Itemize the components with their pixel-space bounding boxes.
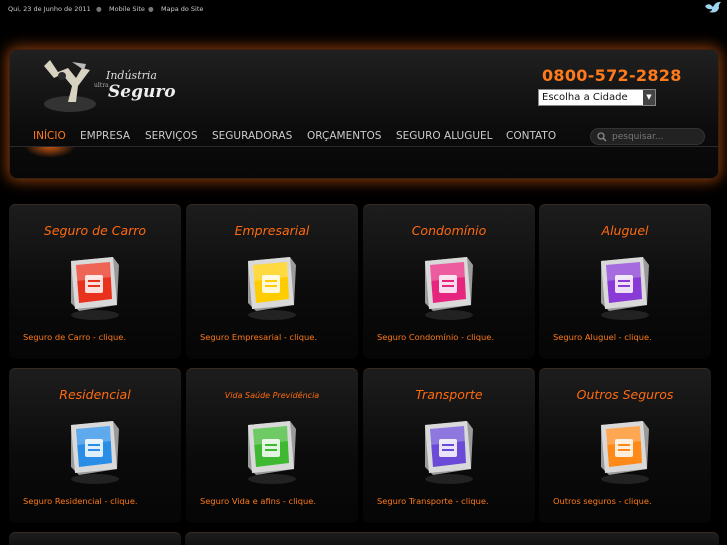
- family-icon[interactable]: [238, 415, 306, 485]
- site-logo[interactable]: Indústria ultra Seguro: [32, 56, 176, 116]
- search-placeholder: pesquisar...: [612, 132, 664, 142]
- tile-title[interactable]: Transporte: [363, 387, 535, 402]
- nav-item-empresa[interactable]: EMPRESA: [80, 130, 130, 142]
- site-header: Indústria ultra Seguro 0800-572-2828 Esc…: [9, 49, 719, 179]
- tile-family[interactable]: Vida Saúde Previdência Seguro Vida e afin…: [186, 368, 358, 523]
- nav-item-seguro-aluguel[interactable]: SEGURO ALUGUEL: [396, 130, 493, 142]
- phone-number: 0800-572-2828: [542, 66, 682, 85]
- tile-house[interactable]: Residencial Seguro Residencial - clique.: [9, 368, 181, 523]
- active-nav-glow: [24, 146, 76, 158]
- document-icon[interactable]: [591, 251, 659, 321]
- city-select[interactable]: Escolha a Cidade ▼: [538, 89, 656, 106]
- logo-text-small: ultra: [94, 82, 109, 89]
- truck-icon[interactable]: [415, 415, 483, 485]
- tile-link[interactable]: Seguro Residencial - clique.: [23, 496, 138, 506]
- chart-icon[interactable]: [238, 251, 306, 321]
- handshake-icon[interactable]: [591, 415, 659, 485]
- site-map-link[interactable]: Mapa do Site: [161, 5, 203, 13]
- tile-car-crash[interactable]: Seguro de Carro Seguro de Carro - clique.: [9, 204, 181, 359]
- page: Qui, 23 de Junho de 2011 ● Mobile Site ●…: [0, 0, 727, 545]
- tile-link[interactable]: Outros seguros - clique.: [553, 496, 652, 506]
- tile-title[interactable]: Empresarial: [186, 223, 358, 238]
- car-crash-icon[interactable]: [61, 251, 129, 321]
- logo-text-seguro: Seguro: [108, 82, 176, 102]
- nav-item-orcamentos[interactable]: ORÇAMENTOS: [307, 130, 381, 142]
- current-date: Qui, 23 de Junho de 2011: [8, 5, 91, 13]
- tile-link[interactable]: Seguro Condomínio - clique.: [377, 332, 494, 342]
- tile-title[interactable]: Condomínio: [363, 223, 535, 238]
- city-select-value: Escolha a Cidade: [542, 92, 628, 103]
- tile-buildings[interactable]: Condomínio Seguro Condomínio - clique.: [363, 204, 535, 359]
- mobile-site-link[interactable]: Mobile Site: [109, 5, 145, 13]
- separator-dot-icon: ●: [96, 5, 102, 13]
- search-input[interactable]: pesquisar...: [590, 128, 705, 145]
- top-bar: Qui, 23 de Junho de 2011 ● Mobile Site ●…: [0, 0, 727, 18]
- tile-title[interactable]: Seguro de Carro: [9, 223, 181, 238]
- chevron-down-icon[interactable]: ▼: [643, 90, 655, 105]
- nav-item-contato[interactable]: CONTATO: [506, 130, 556, 142]
- nav-item-seguradoras[interactable]: SEGURADORAS: [212, 130, 292, 142]
- tile-link[interactable]: Seguro Empresarial - clique.: [200, 332, 317, 342]
- tile-chart[interactable]: Empresarial Seguro Empresarial - clique.: [186, 204, 358, 359]
- house-icon[interactable]: [61, 415, 129, 485]
- bottom-tile: [9, 532, 181, 545]
- tile-title[interactable]: Vida Saúde Previdência: [186, 391, 358, 400]
- search-icon[interactable]: [597, 132, 607, 142]
- nav-item-servicos[interactable]: SERVIÇOS: [145, 130, 198, 142]
- bottom-panel: [185, 532, 719, 545]
- tile-link[interactable]: Seguro Vida e afins - clique.: [200, 496, 316, 506]
- logo-text-industria: Indústria: [106, 69, 157, 82]
- tile-document[interactable]: Aluguel Seguro Aluguel - clique.: [539, 204, 711, 359]
- tile-link[interactable]: Seguro Aluguel - clique.: [553, 332, 652, 342]
- tile-title[interactable]: Aluguel: [539, 223, 711, 238]
- tile-title[interactable]: Outros Seguros: [539, 387, 711, 402]
- tile-handshake[interactable]: Outros Seguros Outros seguros - clique.: [539, 368, 711, 523]
- separator-dot-icon: ●: [148, 5, 154, 13]
- logo-emblem-icon: [44, 60, 96, 112]
- buildings-icon[interactable]: [415, 251, 483, 321]
- main-nav: INÍCIO EMPRESA SERVIÇOS SEGURADORAS ORÇA…: [10, 128, 718, 158]
- tile-link[interactable]: Seguro de Carro - clique.: [23, 332, 126, 342]
- nav-item-inicio[interactable]: INÍCIO: [33, 130, 66, 142]
- tile-link[interactable]: Seguro Transporte - clique.: [377, 496, 489, 506]
- twitter-bird-icon[interactable]: [703, 0, 723, 16]
- tile-truck[interactable]: Transporte Seguro Transporte - clique.: [363, 368, 535, 523]
- tile-title[interactable]: Residencial: [9, 387, 181, 402]
